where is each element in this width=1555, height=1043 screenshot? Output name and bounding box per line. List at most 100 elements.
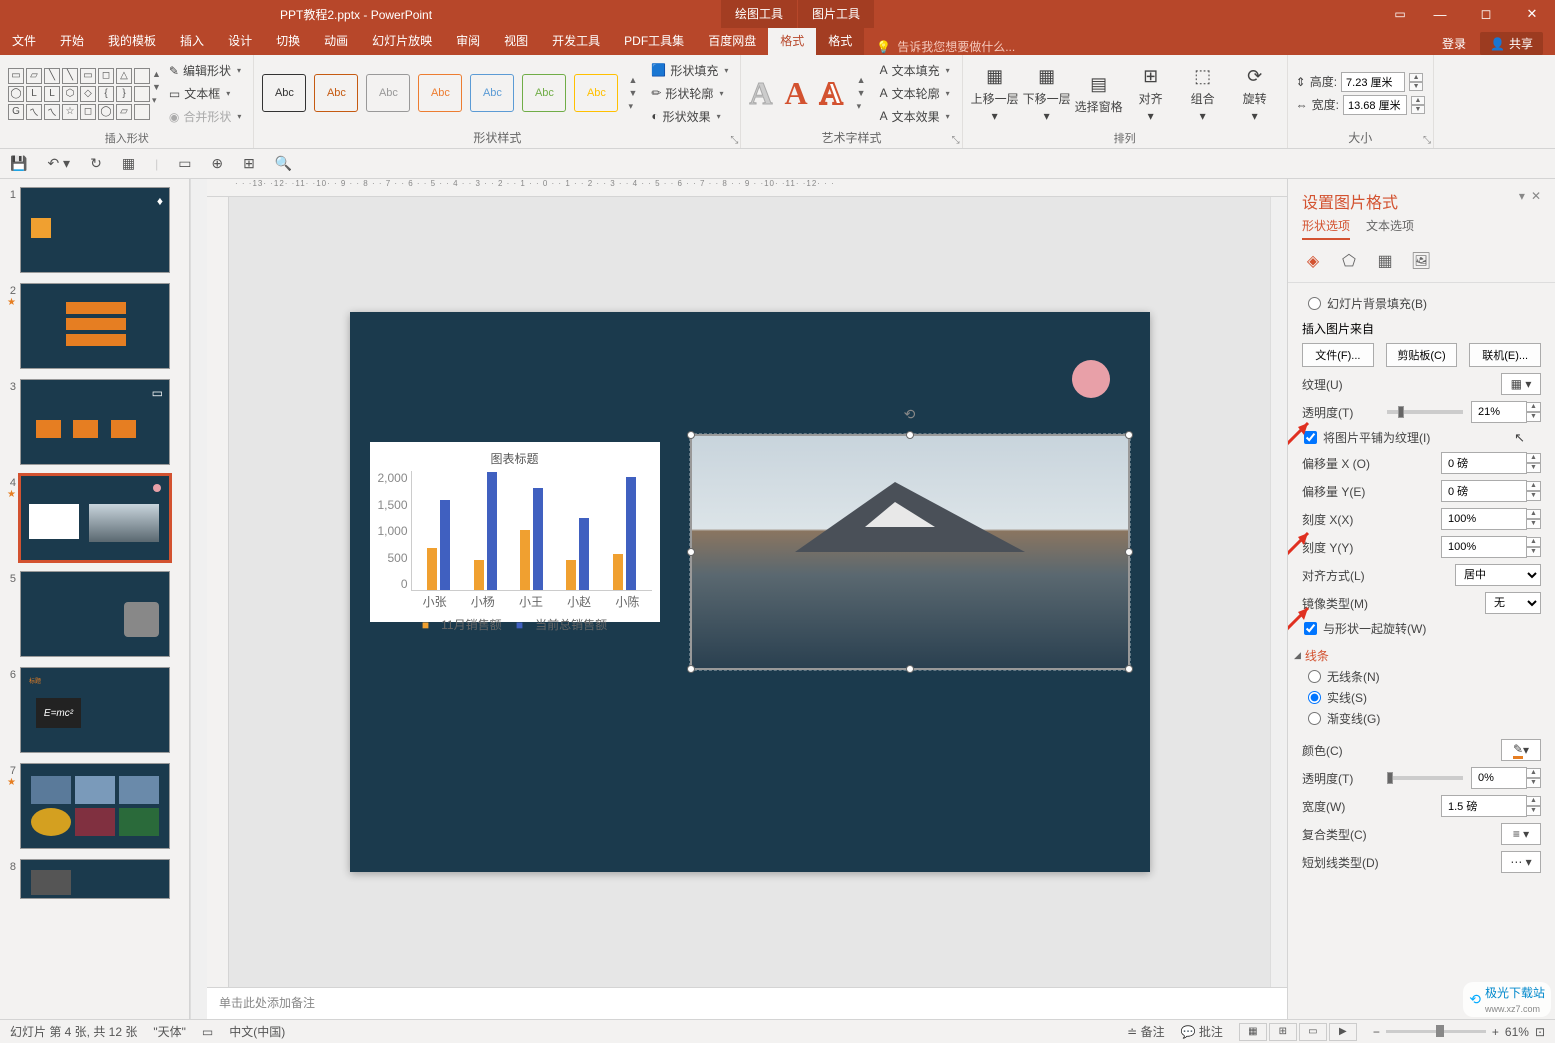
text-effects-button[interactable]: A文本效果▾ — [876, 106, 954, 127]
notes-pane[interactable]: 单击此处添加备注 — [207, 987, 1287, 1019]
resize-handle[interactable] — [1125, 548, 1133, 556]
transparency-input[interactable] — [1471, 401, 1527, 423]
comments-toggle[interactable]: 💬 批注 — [1181, 1023, 1223, 1040]
resize-handle[interactable] — [906, 665, 914, 673]
qat-btn[interactable]: ⊞ — [243, 155, 255, 172]
dialog-launcher-icon[interactable]: ⤡ — [730, 135, 738, 146]
tab-home[interactable]: 开始 — [48, 28, 96, 55]
resize-handle[interactable] — [1125, 665, 1133, 673]
zoom-in-button[interactable]: + — [1492, 1025, 1499, 1039]
text-options-tab[interactable]: 文本选项 — [1366, 217, 1414, 240]
tab-mytemplates[interactable]: 我的模板 — [96, 28, 168, 55]
slide-thumb-2[interactable] — [20, 283, 170, 369]
slide-thumb-1[interactable]: ♦ — [20, 187, 170, 273]
pink-circle-shape[interactable] — [1072, 360, 1110, 398]
size-props-icon[interactable]: ▦ — [1374, 250, 1396, 272]
line-color-picker[interactable]: ✎ ▾ — [1501, 739, 1541, 761]
notes-toggle[interactable]: ≐ 备注 — [1127, 1023, 1164, 1040]
fit-window-button[interactable]: ⊡ — [1535, 1025, 1545, 1039]
tab-insert[interactable]: 插入 — [168, 28, 216, 55]
rotate-with-shape-checkbox[interactable] — [1304, 622, 1317, 635]
save-button[interactable]: 💾 — [10, 155, 27, 172]
slideshow-view-button[interactable]: ▶ — [1329, 1023, 1357, 1041]
text-outline-button[interactable]: A文本轮廓▾ — [876, 83, 954, 104]
resize-handle[interactable] — [1125, 431, 1133, 439]
fill-line-icon[interactable]: ◈ — [1302, 250, 1324, 272]
texture-picker[interactable]: ▦ ▾ — [1501, 373, 1541, 395]
share-button[interactable]: 👤共享 — [1480, 32, 1543, 55]
language-status[interactable]: 中文(中国) — [229, 1023, 285, 1040]
gradient-line-radio[interactable] — [1308, 712, 1321, 725]
thumbnails-scrollbar[interactable] — [190, 179, 207, 1019]
transparency-slider[interactable] — [1387, 410, 1464, 414]
resize-handle[interactable] — [687, 665, 695, 673]
compound-type-picker[interactable]: ≡ ▾ — [1501, 823, 1541, 845]
tab-file[interactable]: 文件 — [0, 28, 48, 55]
pane-close-icon[interactable]: ✕ — [1531, 189, 1541, 203]
tab-format-picture[interactable]: 格式 — [816, 28, 864, 55]
line-transparency-slider[interactable] — [1387, 776, 1464, 780]
slide-canvas[interactable]: 图表标题 2,0001,5001,0005000 — [229, 197, 1270, 987]
qat-btn[interactable]: ⊕ — [211, 155, 223, 172]
qat-btn[interactable]: 🔍 — [275, 155, 292, 172]
picture-tab-icon[interactable]: 🖼 — [1410, 250, 1432, 272]
gallery-down-icon[interactable]: ▼ — [152, 81, 161, 93]
alignment-select[interactable]: 居中 — [1455, 564, 1541, 586]
slide-thumb-8[interactable] — [20, 859, 170, 899]
clipboard-button[interactable]: 剪贴板(C) — [1386, 343, 1458, 367]
scale-y-input[interactable] — [1441, 536, 1527, 558]
ribbon-display-options[interactable]: ▭ — [1383, 0, 1417, 28]
rotate-handle-icon[interactable]: ⟲ — [904, 406, 916, 423]
height-input[interactable] — [1341, 72, 1405, 92]
shape-gallery[interactable]: ▭▱╲╲▭◻△ ◯LL⬡◇{} Gㄟㄟ☆◻◯▱ — [8, 68, 150, 120]
line-section-header[interactable]: ◢线条 — [1294, 647, 1541, 664]
no-line-radio[interactable] — [1308, 670, 1321, 683]
bring-forward-button[interactable]: ▦上移一层▾ — [971, 64, 1019, 123]
tell-me-search[interactable]: 💡告诉我您想要做什么... — [864, 38, 1442, 55]
send-backward-button[interactable]: ▦下移一层▾ — [1023, 64, 1071, 123]
shape-options-tab[interactable]: 形状选项 — [1302, 217, 1350, 240]
maximize-button[interactable]: ◻ — [1463, 0, 1509, 28]
selected-picture[interactable]: ⟲ — [690, 434, 1130, 670]
editor-scrollbar[interactable] — [1270, 197, 1287, 987]
tab-slideshow[interactable]: 幻灯片放映 — [360, 28, 444, 55]
tab-pdftools[interactable]: PDF工具集 — [612, 28, 696, 55]
normal-view-button[interactable]: ▦ — [1239, 1023, 1267, 1041]
dash-type-picker[interactable]: ⋯ ▾ — [1501, 851, 1541, 873]
spellcheck-icon[interactable]: ▭ — [202, 1025, 213, 1039]
tab-format-drawing[interactable]: 格式 — [768, 28, 816, 55]
gallery-up-icon[interactable]: ▲ — [152, 68, 161, 80]
qat-btn[interactable]: ▭ — [178, 155, 191, 172]
slide-thumb-5[interactable] — [20, 571, 170, 657]
online-button[interactable]: 联机(E)... — [1469, 343, 1541, 367]
effects-tab-icon[interactable]: ⬠ — [1338, 250, 1360, 272]
minimize-button[interactable]: — — [1417, 0, 1463, 28]
edit-shape-button[interactable]: ✎编辑形状▾ — [165, 60, 246, 81]
slide-thumb-7[interactable] — [20, 763, 170, 849]
selection-pane-button[interactable]: ▤选择窗格 — [1075, 72, 1123, 115]
resize-handle[interactable] — [906, 431, 914, 439]
slide-counter[interactable]: 幻灯片 第 4 张, 共 12 张 — [10, 1023, 137, 1040]
textbox-button[interactable]: ▭文本框▾ — [165, 83, 246, 104]
tab-developer[interactable]: 开发工具 — [540, 28, 612, 55]
shape-fill-button[interactable]: 🟦形状填充▾ — [647, 60, 732, 81]
slide-bg-fill-radio[interactable] — [1308, 297, 1321, 310]
scale-x-input[interactable] — [1441, 508, 1527, 530]
shape-effects-button[interactable]: ◐形状效果▾ — [647, 106, 732, 127]
login-link[interactable]: 登录 — [1442, 35, 1466, 52]
gallery-more-icon[interactable]: ▾ — [152, 94, 161, 107]
undo-button[interactable]: ↶ ▾ — [47, 155, 70, 172]
line-transparency-input[interactable] — [1471, 767, 1527, 789]
zoom-level[interactable]: 61% — [1505, 1025, 1529, 1039]
solid-line-radio[interactable] — [1308, 691, 1321, 704]
tab-review[interactable]: 审阅 — [444, 28, 492, 55]
mirror-select[interactable]: 无 — [1485, 592, 1541, 614]
file-button[interactable]: 文件(F)... — [1302, 343, 1374, 367]
redo-button[interactable]: ↻ — [90, 155, 102, 172]
tile-checkbox[interactable] — [1304, 431, 1317, 444]
sorter-view-button[interactable]: ⊞ — [1269, 1023, 1297, 1041]
tab-view[interactable]: 视图 — [492, 28, 540, 55]
slide-thumb-6[interactable]: 标题E=mc² — [20, 667, 170, 753]
dialog-launcher-icon[interactable]: ⤡ — [952, 135, 960, 146]
zoom-slider[interactable] — [1386, 1030, 1486, 1033]
